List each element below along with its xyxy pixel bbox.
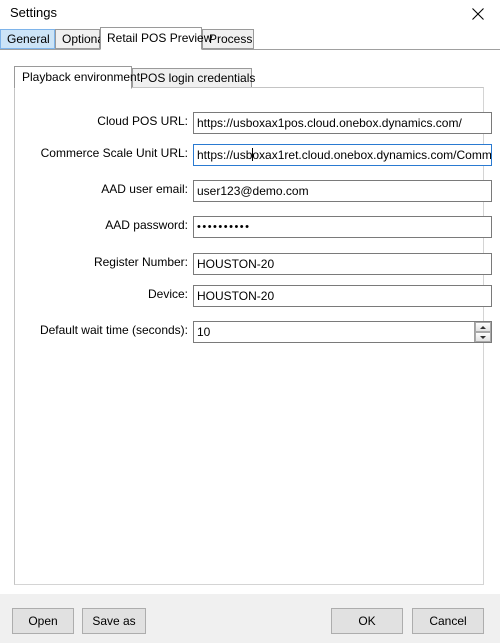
outer-tab-retail-pos-preview[interactable]: Retail POS Preview [100, 27, 212, 50]
save-as-button[interactable]: Save as [82, 608, 146, 634]
label-default-wait-time: Default wait time (seconds): [39, 323, 188, 337]
label-wrap-aad-user-email: AAD user email: [22, 180, 188, 202]
chevron-up-icon [480, 325, 486, 329]
form-row-commerce-scale-unit-url: Commerce Scale Unit URL: https://usboxax1… [22, 144, 492, 166]
cancel-button[interactable]: Cancel [412, 608, 484, 634]
input-aad-password[interactable]: •••••••••• [193, 216, 492, 238]
value-aad-user-email: user123@demo.com [197, 184, 309, 198]
dialog-footer: Open Save as OK Cancel [0, 594, 500, 643]
close-window-button[interactable] [455, 0, 500, 27]
inner-tab-playback-environment[interactable]: Playback environment [14, 66, 140, 89]
form-row-default-wait-time: Default wait time (seconds): 10 [22, 321, 492, 343]
inner-tab-pos-login-credentials[interactable]: POS login credentials [132, 68, 255, 88]
form-row-aad-user-email: AAD user email: user123@demo.com [22, 180, 492, 202]
form-row-aad-password: AAD password: •••••••••• [22, 216, 492, 238]
input-aad-user-email[interactable]: user123@demo.com [193, 180, 492, 202]
spinner-down-button[interactable] [475, 332, 491, 342]
form-row-device: Device: HOUSTON-20 [22, 285, 492, 307]
input-cloud-pos-url[interactable]: https://usboxax1pos.cloud.onebox.dynamic… [193, 112, 492, 134]
outer-tab-general[interactable]: General [0, 29, 55, 49]
input-device[interactable]: HOUSTON-20 [193, 285, 492, 307]
label-wrap-commerce-scale-unit-url: Commerce Scale Unit URL: [22, 144, 188, 166]
inner-tab-strip: Playback environment POS login credential… [14, 66, 484, 89]
label-wrap-cloud-pos-url: Cloud POS URL: [22, 112, 188, 134]
label-aad-password: AAD password: [105, 218, 188, 232]
label-device: Device: [147, 287, 188, 301]
label-register-number: Register Number: [93, 255, 188, 269]
title-bar: Settings [0, 0, 500, 27]
value-default-wait-time: 10 [197, 325, 211, 339]
chevron-down-icon [480, 335, 486, 339]
close-icon [471, 7, 484, 20]
input-default-wait-time[interactable]: 10 [193, 321, 492, 343]
form-row-cloud-pos-url: Cloud POS URL: https://usboxax1pos.cloud.… [22, 112, 492, 134]
ok-button[interactable]: OK [331, 608, 403, 634]
input-commerce-scale-unit-url[interactable]: https://usboxax1ret.cloud.onebox.dynamic… [193, 144, 492, 166]
value-cloud-pos-url: https://usboxax1pos.cloud.onebox.dynamic… [197, 116, 462, 130]
value-device: HOUSTON-20 [197, 289, 275, 303]
value-register-number: HOUSTON-20 [197, 257, 275, 271]
label-aad-user-email: AAD user email: [101, 182, 188, 196]
value-commerce-scale-unit-url-before-caret: https://usb [197, 148, 253, 162]
outer-tab-strip: General Optional Retail POS Preview Process [0, 27, 500, 50]
open-button[interactable]: Open [12, 608, 74, 634]
label-wrap-default-wait-time: Default wait time (seconds): [22, 321, 188, 343]
value-aad-password: •••••••••• [197, 221, 251, 233]
label-cloud-pos-url: Cloud POS URL: [97, 114, 188, 128]
label-wrap-register-number: Register Number: [22, 253, 188, 275]
label-commerce-scale-unit-url: Commerce Scale Unit URL: [40, 146, 188, 160]
label-wrap-device: Device: [22, 285, 188, 307]
spinner-up-button[interactable] [475, 322, 491, 332]
value-commerce-scale-unit-url-after-caret: oxax1ret.cloud.onebox.dynamics.com/Comme… [252, 148, 492, 162]
form-row-register-number: Register Number: HOUSTON-20 [22, 253, 492, 275]
label-wrap-aad-password: AAD password: [22, 216, 188, 238]
spinner-buttons-default-wait-time [474, 322, 491, 342]
outer-tab-optional[interactable]: Optional [55, 29, 107, 49]
window-title: Settings [10, 5, 57, 20]
input-register-number[interactable]: HOUSTON-20 [193, 253, 492, 275]
